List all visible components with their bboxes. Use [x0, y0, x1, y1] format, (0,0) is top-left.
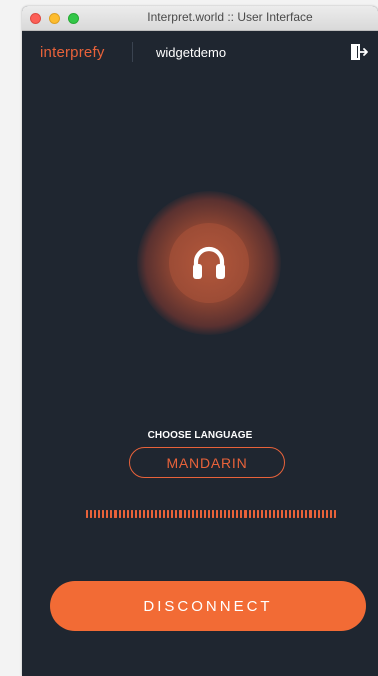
audio-level-bar [289, 510, 292, 518]
audio-level-bar [126, 510, 129, 518]
audio-level-bar [333, 510, 336, 518]
audio-level-bar [106, 510, 109, 518]
audio-level-bar [195, 510, 198, 518]
audio-level-bar [305, 510, 308, 518]
audio-level-bar [167, 510, 170, 518]
logout-icon[interactable] [350, 42, 370, 62]
audio-level-bar [216, 510, 219, 518]
audio-level-bar [329, 510, 332, 518]
window-title: Interpret.world :: User Interface [147, 10, 313, 24]
audio-level-bar [228, 510, 231, 518]
audio-level-bar [268, 510, 271, 518]
audio-level-bar [179, 510, 182, 518]
audio-level-bar [159, 510, 162, 518]
audio-level-bar [130, 510, 133, 518]
audio-level-bar [118, 510, 121, 518]
audio-level-bar [313, 510, 316, 518]
audio-level-bar [309, 510, 312, 518]
header-divider [132, 42, 133, 62]
audio-level-bar [293, 510, 296, 518]
audio-level-bar [321, 510, 324, 518]
audio-level-bar [276, 510, 279, 518]
zoom-window-button[interactable] [68, 13, 79, 24]
disconnect-button-label: DISCONNECT [143, 597, 273, 615]
audio-level-bar [86, 510, 89, 518]
room-name: widgetdemo [156, 45, 227, 60]
title-bar[interactable]: Interpret.world :: User Interface [22, 6, 378, 31]
close-window-button[interactable] [30, 13, 41, 24]
audio-level-bar [301, 510, 304, 518]
minimize-window-button[interactable] [49, 13, 60, 24]
brand-logo: interprefy [40, 44, 105, 61]
audio-level-bar [138, 510, 141, 518]
audio-level-meter [86, 510, 336, 518]
audio-level-bar [155, 510, 158, 518]
audio-level-bar [94, 510, 97, 518]
audio-level-bar [211, 510, 214, 518]
audio-level-bar [232, 510, 235, 518]
audio-level-bar [260, 510, 263, 518]
audio-level-bar [317, 510, 320, 518]
audio-level-bar [281, 510, 284, 518]
disconnect-button[interactable]: DISCONNECT [50, 581, 366, 631]
audio-level-bar [171, 510, 174, 518]
language-select-button[interactable]: MANDARIN [129, 447, 285, 478]
audio-level-bar [187, 510, 190, 518]
audio-level-bar [102, 510, 105, 518]
audio-level-bar [325, 510, 328, 518]
audio-level-bar [248, 510, 251, 518]
choose-language-label: CHOOSE LANGUAGE [147, 430, 253, 441]
audio-level-bar [297, 510, 300, 518]
audio-level-bar [175, 510, 178, 518]
audio-level-bar [122, 510, 125, 518]
listen-indicator [137, 191, 281, 335]
headphones-icon [193, 246, 225, 279]
audio-level-bar [252, 510, 255, 518]
audio-level-bar [98, 510, 101, 518]
audio-level-bar [272, 510, 275, 518]
audio-level-bar [236, 510, 239, 518]
app-window: Interpret.world :: User Interface interp… [22, 6, 378, 676]
audio-level-bar [256, 510, 259, 518]
audio-level-bar [90, 510, 93, 518]
app-header: interprefy widgetdemo [22, 30, 378, 76]
audio-level-bar [264, 510, 267, 518]
audio-level-bar [240, 510, 243, 518]
audio-level-bar [203, 510, 206, 518]
audio-level-bar [114, 510, 117, 518]
audio-level-bar [224, 510, 227, 518]
audio-level-bar [199, 510, 202, 518]
audio-level-bar [134, 510, 137, 518]
audio-level-bar [142, 510, 145, 518]
audio-level-bar [183, 510, 186, 518]
audio-level-bar [110, 510, 113, 518]
audio-level-bar [244, 510, 247, 518]
audio-level-bar [191, 510, 194, 518]
audio-level-bar [151, 510, 154, 518]
audio-level-bar [207, 510, 210, 518]
audio-level-bar [220, 510, 223, 518]
audio-level-bar [146, 510, 149, 518]
audio-level-bar [285, 510, 288, 518]
audio-level-bar [163, 510, 166, 518]
selected-language-label: MANDARIN [166, 454, 248, 471]
